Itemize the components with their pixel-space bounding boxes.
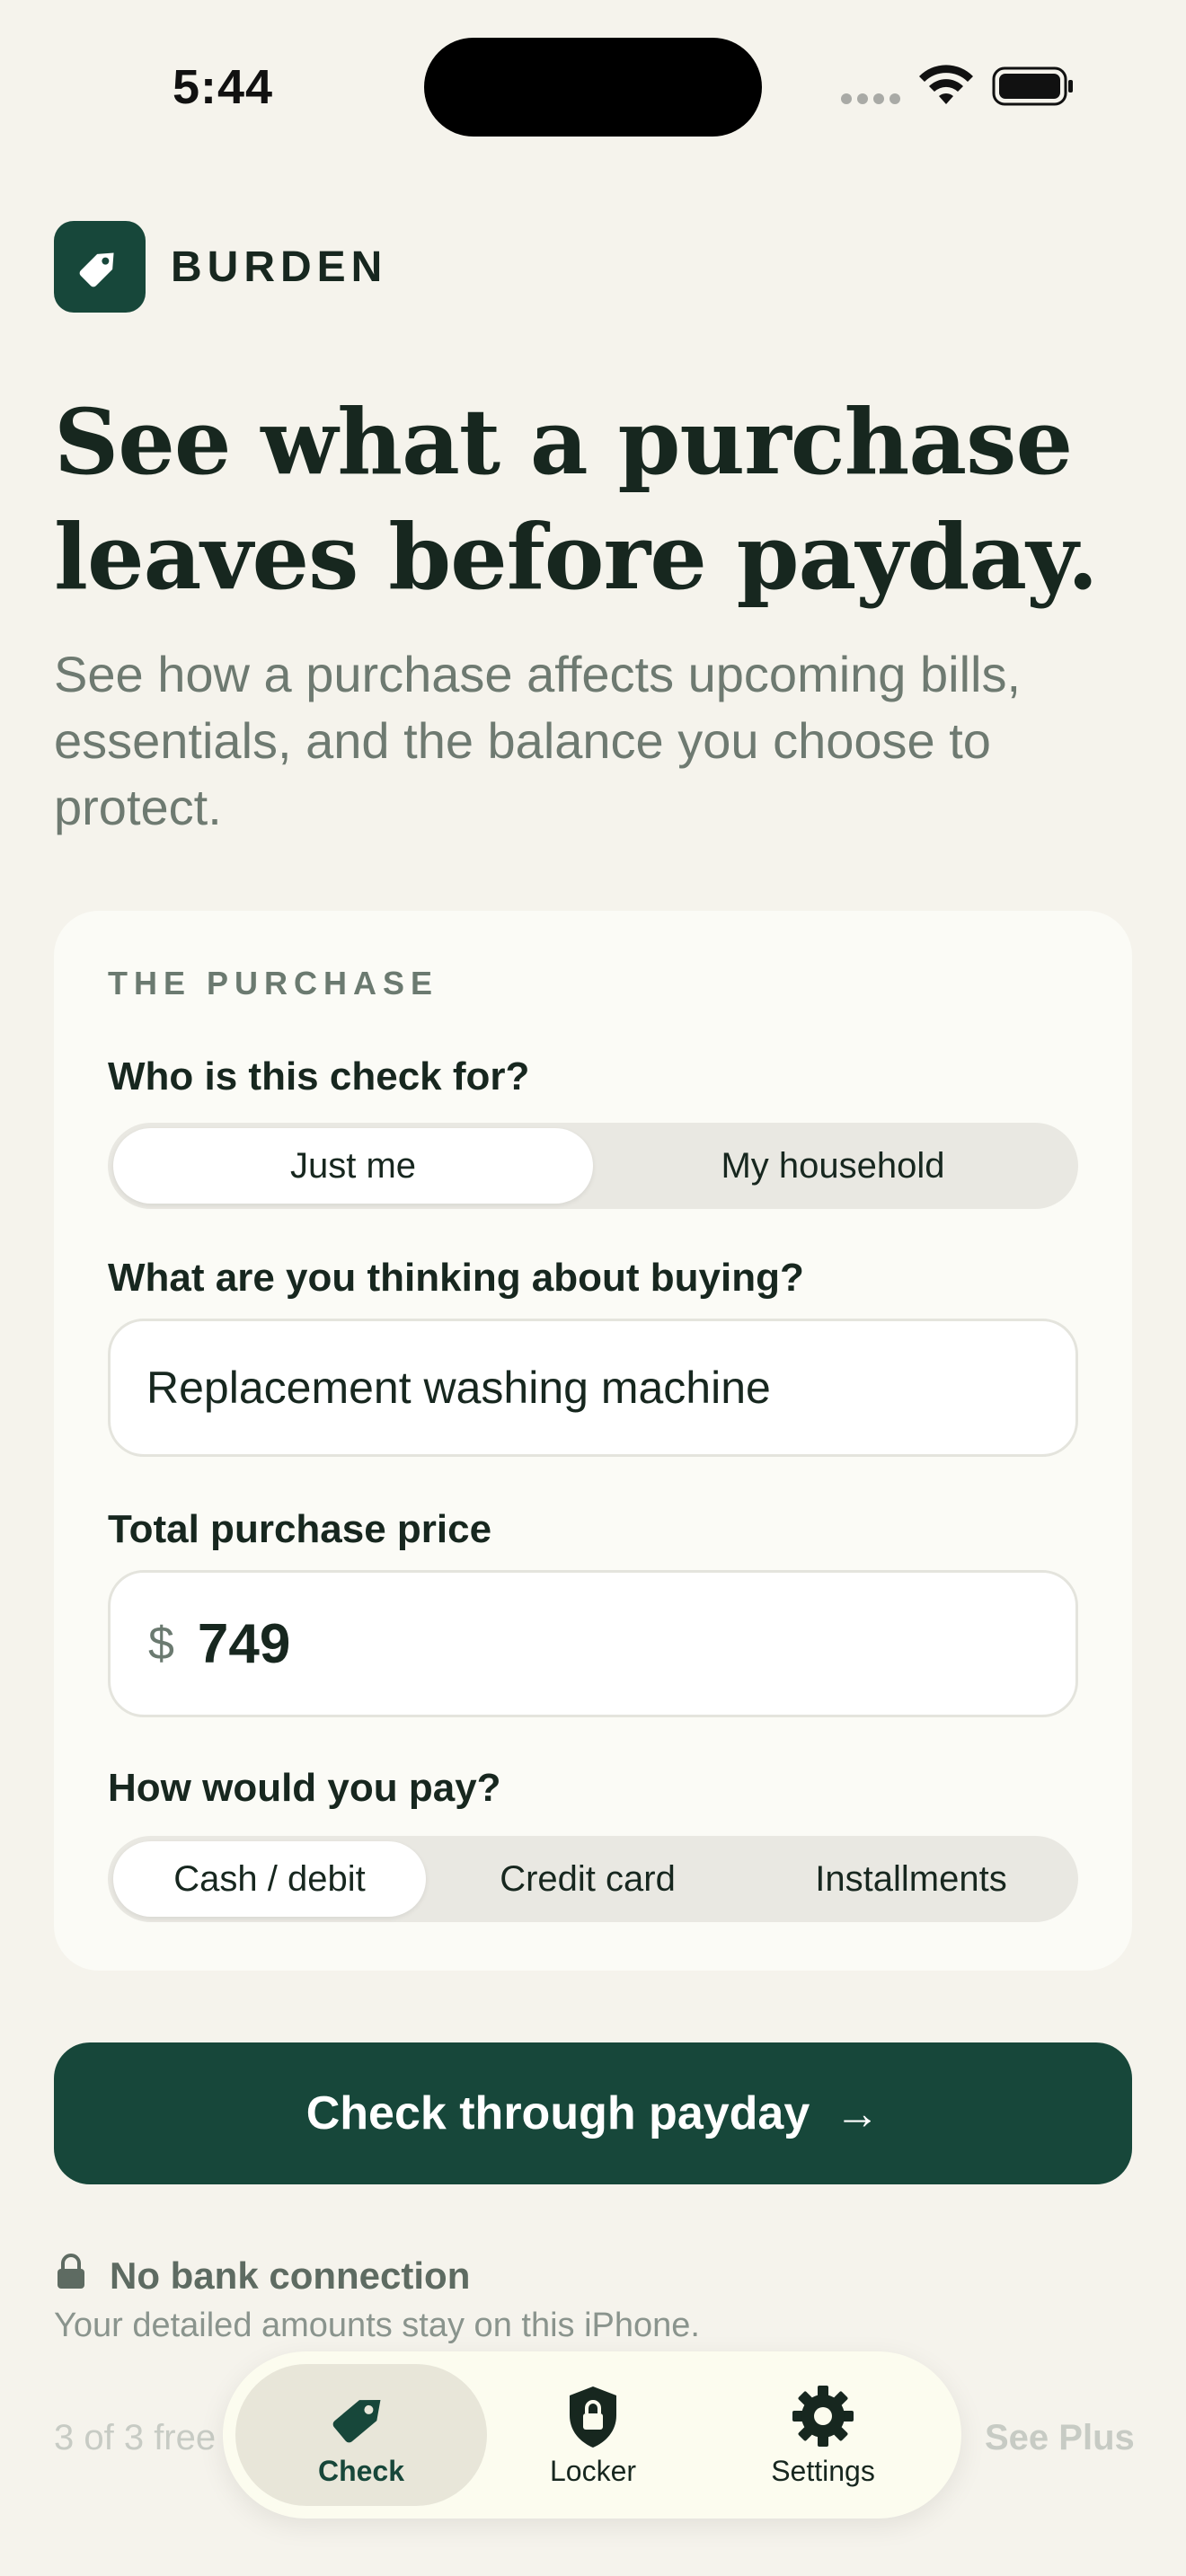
tab-check-label: Check: [317, 2454, 405, 2487]
tab-settings[interactable]: Settings: [697, 2364, 949, 2506]
battery-icon: [992, 66, 1073, 106]
tab-bar: Check Locker Settings: [223, 2351, 961, 2519]
brand-name: BURDEN: [171, 243, 388, 291]
gear-icon: [792, 2385, 854, 2447]
price-tag-icon: [79, 252, 114, 287]
who-option-just-me[interactable]: Just me: [113, 1128, 593, 1204]
tab-settings-label: Settings: [771, 2454, 875, 2487]
purchase-item-value: Replacement washing machine: [146, 1363, 771, 1413]
currency-symbol: $: [148, 1618, 174, 1670]
lock-icon: [58, 2254, 84, 2289]
privacy-title: No bank connection: [110, 2254, 471, 2297]
tab-locker-label: Locker: [549, 2454, 637, 2487]
price-label: Total purchase price: [108, 1507, 492, 1551]
who-option-household[interactable]: My household: [593, 1128, 1073, 1204]
check-through-payday-button[interactable]: Check through payday →: [54, 2042, 1132, 2184]
price-value: 749: [197, 1612, 291, 1675]
who-segmented-control: Just me My household: [108, 1123, 1078, 1209]
item-label: What are you thinking about buying?: [108, 1256, 804, 1300]
pay-option-installments[interactable]: Installments: [749, 1841, 1073, 1917]
headline-line-1: See what a purchase: [54, 389, 1073, 495]
headline-line-2: leaves before payday.: [54, 504, 1099, 610]
price-input[interactable]: $ 749: [108, 1570, 1078, 1717]
dynamic-island: [424, 38, 762, 137]
cta-label: Check through payday: [305, 2087, 810, 2139]
see-plus-link[interactable]: See Plus: [985, 2418, 1135, 2458]
lock-shield-icon: [570, 2386, 616, 2448]
privacy-detail: Your detailed amounts stay on this iPhon…: [54, 2307, 700, 2344]
tab-check[interactable]: Check: [235, 2364, 487, 2506]
pay-option-credit-card[interactable]: Credit card: [426, 1841, 749, 1917]
pay-label: How would you pay?: [108, 1766, 501, 1810]
who-label: Who is this check for?: [108, 1054, 530, 1098]
cellular-signal-icon: [841, 93, 900, 104]
arrow-right-icon: →: [835, 2088, 881, 2139]
tab-locker[interactable]: Locker: [467, 2364, 719, 2506]
purchase-item-input[interactable]: Replacement washing machine: [108, 1319, 1078, 1457]
pay-option-cash-debit[interactable]: Cash / debit: [113, 1841, 426, 1917]
payment-segmented-control: Cash / debit Credit card Installments: [108, 1836, 1078, 1922]
tag-icon: [332, 2399, 381, 2442]
section-label: THE PURCHASE: [108, 965, 439, 1001]
free-checks-counter: 3 of 3 free: [54, 2418, 217, 2457]
page-title: See what a purchase leaves before payday…: [54, 384, 1132, 614]
status-time: 5:44: [173, 60, 274, 114]
page-subtitle: See how a purchase affects upcoming bill…: [54, 646, 1022, 835]
brand-logo: [54, 221, 146, 313]
wifi-icon: [919, 65, 973, 104]
